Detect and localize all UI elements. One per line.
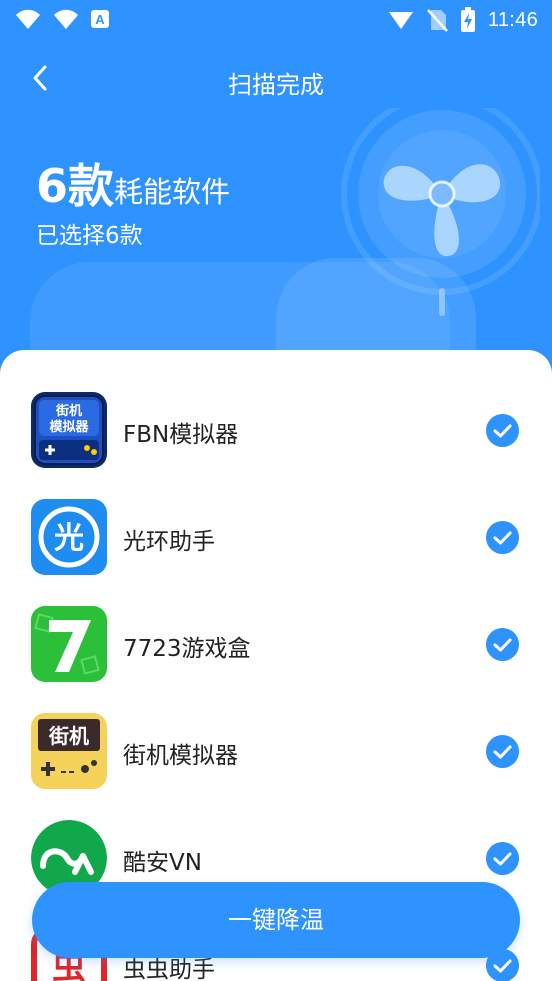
app-name: 街机模拟器 [123, 743, 238, 769]
selected-count-text: 已选择6款 [36, 223, 143, 249]
app-notification-icon: A [91, 10, 109, 28]
header: A 11:46 扫描完成 6款耗能软件 已选择6款 [0, 0, 552, 380]
checkmark-icon[interactable] [486, 414, 519, 447]
arcade-emulator-icon: 街机 [31, 713, 107, 789]
checkmark-icon[interactable] [486, 735, 519, 768]
summary-count: 6款 [36, 159, 115, 213]
guanghuan-icon: 光 [31, 499, 107, 575]
no-sim-icon [426, 9, 448, 32]
svg-text:模拟器: 模拟器 [49, 419, 89, 435]
list-item[interactable]: 街机 模拟器 FBN模拟器 [0, 377, 552, 484]
list-item[interactable]: 7723游戏盒 [0, 591, 552, 698]
fbn-emulator-icon: 街机 模拟器 [31, 392, 107, 468]
wifi-icon [54, 9, 78, 29]
summary-label: 耗能软件 [114, 175, 231, 209]
checkmark-icon[interactable] [486, 628, 519, 661]
app-name: 酷安VN [123, 850, 202, 876]
svg-text:A: A [95, 12, 105, 27]
signal-icon [388, 12, 413, 29]
wifi-icon [16, 9, 40, 29]
checkmark-icon[interactable] [486, 842, 519, 875]
svg-text:街机: 街机 [48, 724, 89, 748]
page-title: 扫描完成 [228, 71, 324, 99]
svg-text:街机: 街机 [55, 403, 82, 419]
7723-game-box-icon [31, 606, 107, 682]
list-item[interactable]: 光 光环助手 [0, 484, 552, 591]
scan-summary: 6款耗能软件 [36, 150, 230, 216]
checkmark-icon[interactable] [486, 521, 519, 554]
cool-down-button[interactable]: 一键降温 [32, 882, 520, 958]
svg-text:光: 光 [54, 521, 84, 556]
list-item[interactable]: 街机 街机模拟器 [0, 698, 552, 805]
app-name: 7723游戏盒 [123, 636, 251, 662]
fan-icon [341, 108, 540, 316]
status-time: 11:46 [487, 8, 538, 31]
app-name: FBN模拟器 [123, 422, 239, 448]
status-bar: A 11:46 [0, 0, 552, 38]
app-name: 光环助手 [123, 529, 215, 555]
battery-charging-icon [460, 7, 475, 32]
title-bar: 扫描完成 [0, 55, 552, 103]
